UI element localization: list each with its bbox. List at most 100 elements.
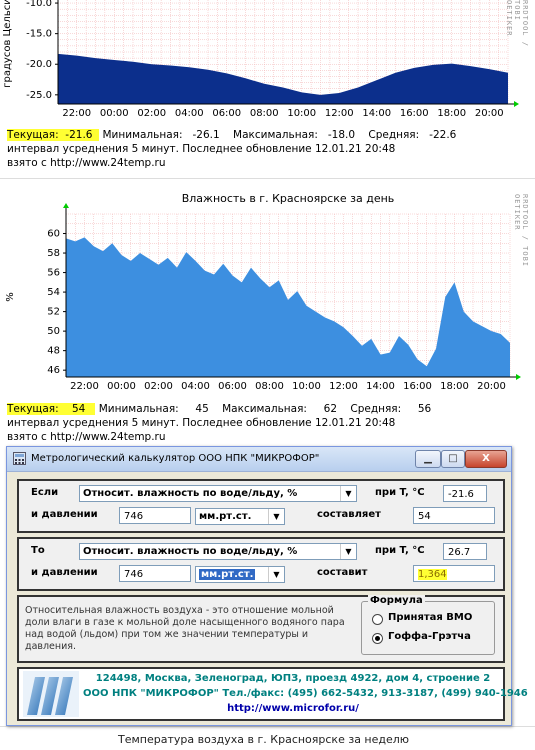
current-value-highlight: Текущая: -21.6	[7, 129, 100, 141]
avg-label: Средняя:	[368, 129, 420, 141]
input-pressure-unit-value: мм.рт.ст.	[199, 511, 252, 522]
min-value: -26.1	[192, 129, 220, 141]
company-website-link[interactable]: http://www.microfor.ru/	[89, 703, 497, 714]
output-parameter-value: Относит. влажность по воде/льду, %	[83, 546, 298, 557]
output-pressure-field[interactable]: 746	[119, 565, 191, 582]
output-pressure-unit-select[interactable]: мм.рт.ст. ▼	[195, 566, 285, 583]
y-tick-label: 58	[47, 248, 60, 259]
y-tick-label: 46	[47, 365, 60, 376]
avg-label: Средняя:	[350, 403, 402, 415]
x-tick-label: 14:00	[366, 381, 395, 392]
min-label: Минимальная:	[98, 403, 179, 415]
if-label: Если	[31, 487, 59, 498]
x-tick-label: 12:00	[325, 108, 354, 119]
input-pressure-label: и давлении	[31, 509, 98, 520]
stats-line-interval: интервал усреднения 5 минут. Последнее о…	[7, 143, 396, 155]
weekly-chart-divider	[0, 726, 535, 727]
stats-line-values: Текущая: 54 Минимальная: 45 Максимальная…	[7, 402, 431, 416]
output-temp-label: при T, °C	[375, 545, 425, 556]
chevron-down-icon[interactable]: ▼	[268, 567, 284, 582]
chevron-down-icon[interactable]: ▼	[340, 486, 356, 501]
y-tick-label: 50	[47, 326, 60, 337]
x-tick-label: 14:00	[362, 108, 391, 119]
output-result-field: 1,364	[413, 565, 495, 582]
output-pressure-label: и давлении	[31, 567, 98, 578]
x-tick-label: 08:00	[250, 108, 279, 119]
current-value: 54	[71, 403, 86, 415]
y-tick-label: 56	[47, 268, 60, 279]
temperature-chart-panel: -10.0 -15.0 -20.0 -25.0 22:00 00:00 02:00 04:00…	[0, 0, 535, 172]
max-value: -18.0	[327, 129, 356, 141]
window-title: Метрологический калькулятор ООО НПК "МИК…	[31, 453, 320, 464]
input-condition-group: Если Относит. влажность по воде/льду, % …	[17, 479, 505, 533]
stats-line-source: взято с http://www.24temp.ru	[7, 431, 166, 443]
chevron-down-icon[interactable]: ▼	[340, 544, 356, 559]
company-address: 124498, Москва, Зеленоград, ЮПЗ, проезд …	[95, 673, 491, 684]
minimize-button[interactable]: ▁	[415, 450, 441, 468]
min-label: Минимальная:	[102, 129, 183, 141]
x-tick-label: 16:00	[403, 381, 432, 392]
weekly-chart-title: Температура воздуха в г. Красноярске за …	[118, 733, 410, 746]
input-value-field[interactable]: 54	[413, 507, 495, 524]
x-tick-label: 20:00	[475, 108, 504, 119]
chevron-down-icon[interactable]: ▼	[268, 509, 284, 524]
max-value: 62	[323, 403, 338, 415]
y-tick-label: 52	[47, 307, 60, 318]
x-tick-label: 10:00	[292, 381, 321, 392]
x-tick-label: 18:00	[437, 108, 466, 119]
temperature-chart: -10.0 -15.0 -20.0 -25.0 22:00 00:00 02:00 04:00…	[2, 0, 519, 119]
company-contacts: ООО НПК "МИКРОФОР" Тел./факс: (495) 662-…	[83, 688, 528, 699]
max-label: Максимальная:	[222, 403, 307, 415]
y-tick-label: 48	[47, 346, 60, 357]
maximize-button[interactable]: □	[441, 450, 465, 468]
formula-option-goff-radio[interactable]	[372, 633, 383, 644]
output-parameter-select[interactable]: Относит. влажность по воде/льду, % ▼	[79, 543, 357, 560]
input-pressure-field[interactable]: 746	[119, 507, 191, 524]
formula-legend: Формула	[368, 595, 425, 606]
formula-option-wmo-label[interactable]: Принятая ВМО	[388, 612, 472, 623]
rrdtool-credit: RRDTOOL / TOBI OETIKER	[505, 0, 529, 47]
description-text: Относительная влажность воздуха - это от…	[25, 605, 345, 652]
formula-option-goff-label[interactable]: Гоффа-Грэтча	[388, 631, 471, 642]
input-temp-field[interactable]: -21.6	[443, 485, 487, 502]
stats-line-values: Текущая: -21.6 Минимальная: -26.1 Максим…	[7, 128, 456, 142]
x-tick-label: 06:00	[218, 381, 247, 392]
calculator-app-icon	[13, 452, 26, 465]
formula-groupbox: Формула Принятая ВМО Гоффа-Грэтча	[361, 595, 495, 655]
output-result-value: 1,364	[418, 569, 447, 580]
humidity-stats: Текущая: 54 Минимальная: 45 Максимальная…	[7, 402, 431, 444]
x-tick-label: 00:00	[107, 381, 136, 392]
input-pressure-unit-select[interactable]: мм.рт.ст. ▼	[195, 508, 285, 525]
output-temp-field[interactable]: 26.7	[443, 543, 487, 560]
x-tick-label: 10:00	[287, 108, 316, 119]
input-result-label: составляет	[317, 509, 381, 520]
x-tick-label: 02:00	[137, 108, 166, 119]
y-tick-label: 54	[47, 287, 60, 298]
y-tick-label: -25.0	[26, 90, 52, 101]
stats-line-interval: интервал усреднения 5 минут. Последнее о…	[7, 417, 396, 429]
current-label: Текущая:	[7, 129, 59, 141]
x-tick-label: 20:00	[477, 381, 506, 392]
humidity-chart: 60 58 56 54 52 50 48 46 22:00 00:00 02:00 04:00 06:0…	[5, 192, 521, 392]
stats-line-source: взято с http://www.24temp.ru	[7, 157, 166, 169]
x-tick-label: 18:00	[440, 381, 469, 392]
section-divider	[0, 178, 535, 179]
input-parameter-select[interactable]: Относит. влажность по воде/льду, % ▼	[79, 485, 357, 502]
y-tick-label: -10.0	[26, 0, 52, 9]
x-axis-arrow	[514, 101, 519, 107]
y-axis-arrow	[63, 203, 69, 208]
close-button[interactable]: X	[465, 450, 507, 468]
input-temp-label: при T, °C	[375, 487, 425, 498]
y-tick-label: -20.0	[26, 59, 52, 70]
x-tick-label: 12:00	[329, 381, 358, 392]
x-tick-label: 00:00	[100, 108, 129, 119]
current-value-highlight: Текущая: 54	[7, 403, 96, 415]
y-axis-label: %	[5, 292, 16, 302]
weekly-chart-strip: Температура воздуха в г. Красноярске за …	[0, 724, 535, 750]
formula-option-wmo-radio[interactable]	[372, 614, 383, 625]
x-tick-label: 08:00	[255, 381, 284, 392]
window-titlebar[interactable]: Метрологический калькулятор ООО НПК "МИК…	[7, 447, 511, 472]
current-label: Текущая:	[7, 403, 59, 415]
min-value: 45	[195, 403, 209, 415]
x-tick-label: 04:00	[181, 381, 210, 392]
